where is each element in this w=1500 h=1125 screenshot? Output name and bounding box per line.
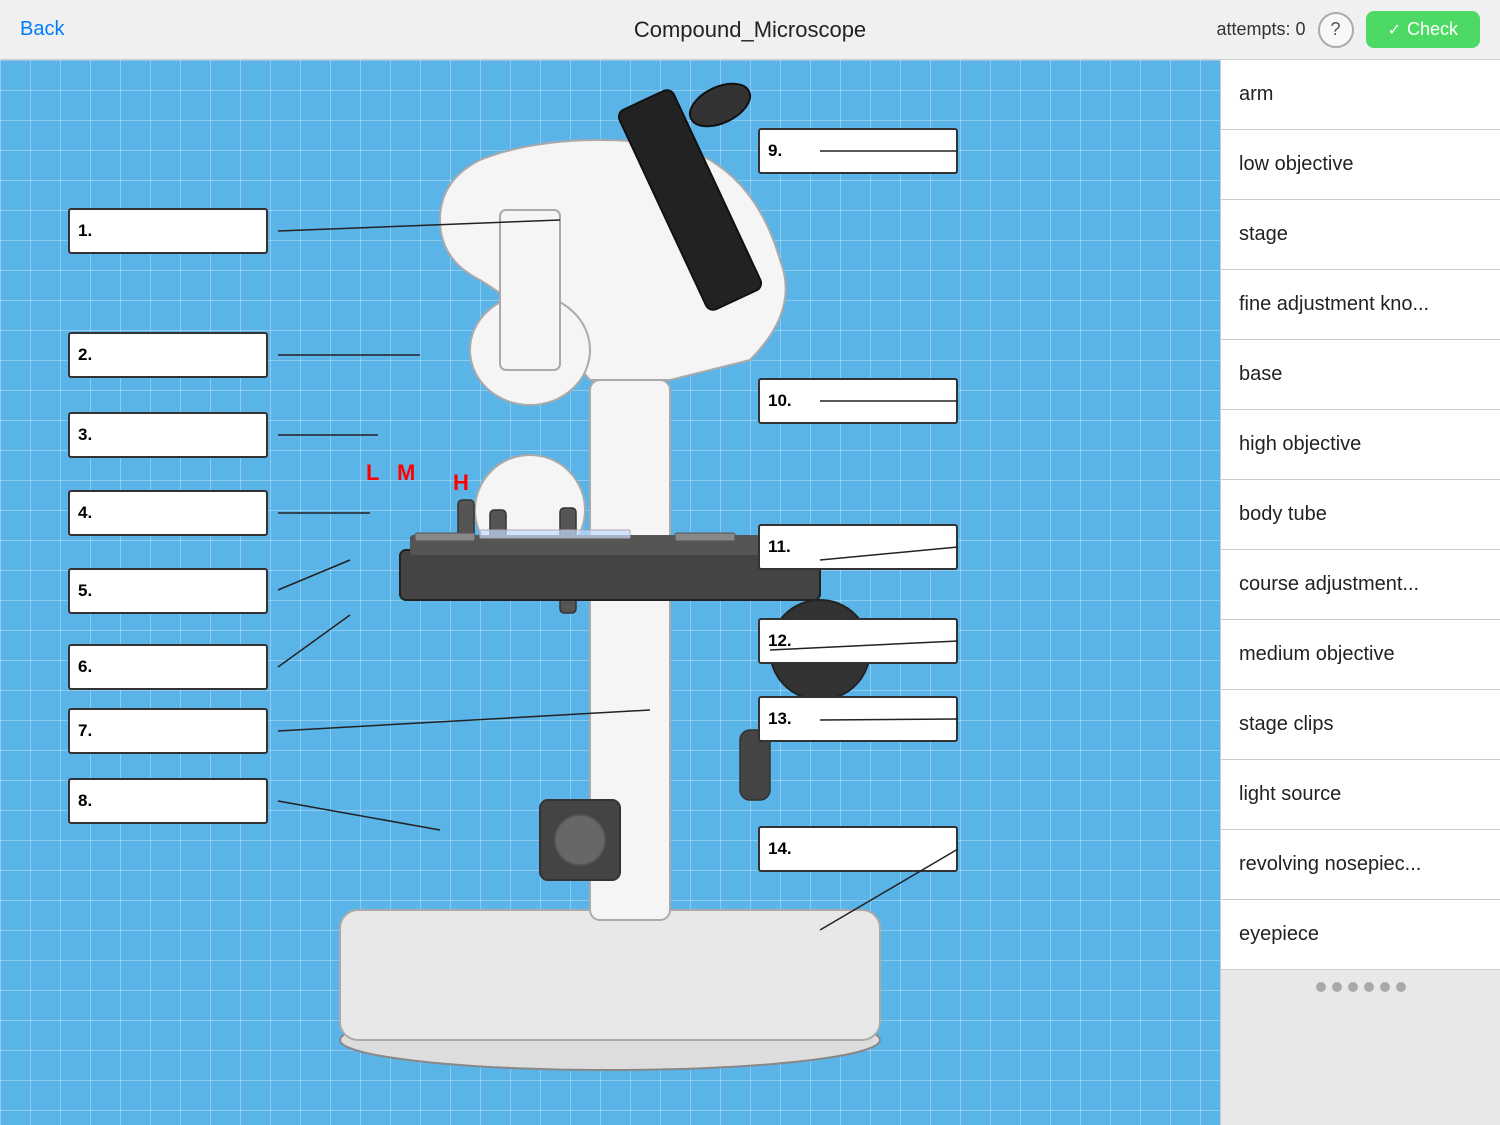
- label-box-12[interactable]: 12.: [758, 618, 958, 664]
- label-box-10[interactable]: 10.: [758, 378, 958, 424]
- term-arm[interactable]: arm: [1221, 60, 1500, 130]
- dot-5: [1380, 982, 1390, 992]
- dot-1: [1316, 982, 1326, 992]
- term-light-source[interactable]: light source: [1221, 760, 1500, 830]
- page-title: Compound_Microscope: [634, 17, 866, 43]
- term-course-adjustment[interactable]: course adjustment...: [1221, 550, 1500, 620]
- label-box-2[interactable]: 2.: [68, 332, 268, 378]
- dot-4: [1364, 982, 1374, 992]
- header-right-controls: attempts: 0 ? Check: [1217, 11, 1480, 48]
- dot-3: [1348, 982, 1358, 992]
- label-box-1[interactable]: 1.: [68, 208, 268, 254]
- label-box-8[interactable]: 8.: [68, 778, 268, 824]
- terms-panel: arm low objective stage fine adjustment …: [1220, 60, 1500, 1125]
- term-base[interactable]: base: [1221, 340, 1500, 410]
- label-H: H: [453, 470, 469, 496]
- check-button[interactable]: Check: [1366, 11, 1480, 48]
- term-high-objective[interactable]: high objective: [1221, 410, 1500, 480]
- term-medium-objective[interactable]: medium objective: [1221, 620, 1500, 690]
- back-button[interactable]: Back: [20, 18, 64, 41]
- label-box-9[interactable]: 9.: [758, 128, 958, 174]
- help-button[interactable]: ?: [1318, 12, 1354, 48]
- term-fine-adjustment-knob[interactable]: fine adjustment kno...: [1221, 270, 1500, 340]
- label-box-3[interactable]: 3.: [68, 412, 268, 458]
- label-box-11[interactable]: 11.: [758, 524, 958, 570]
- label-box-13[interactable]: 13.: [758, 696, 958, 742]
- term-stage-clips[interactable]: stage clips: [1221, 690, 1500, 760]
- label-box-6[interactable]: 6.: [68, 644, 268, 690]
- term-stage[interactable]: stage: [1221, 200, 1500, 270]
- main-area: L M H 1. 2. 3. 4. 5. 6. 7. 8. 9.: [0, 60, 1500, 1125]
- header: Back Compound_Microscope attempts: 0 ? C…: [0, 0, 1500, 60]
- diagram-area: L M H 1. 2. 3. 4. 5. 6. 7. 8. 9.: [0, 60, 1220, 1125]
- term-body-tube[interactable]: body tube: [1221, 480, 1500, 550]
- label-box-14[interactable]: 14.: [758, 826, 958, 872]
- term-revolving-nosepiece[interactable]: revolving nosepiec...: [1221, 830, 1500, 900]
- label-M: M: [397, 460, 415, 486]
- term-low-objective[interactable]: low objective: [1221, 130, 1500, 200]
- label-L: L: [366, 460, 379, 486]
- term-eyepiece[interactable]: eyepiece: [1221, 900, 1500, 970]
- dot-2: [1332, 982, 1342, 992]
- label-box-5[interactable]: 5.: [68, 568, 268, 614]
- label-box-4[interactable]: 4.: [68, 490, 268, 536]
- dot-6: [1396, 982, 1406, 992]
- pagination-dots: [1221, 970, 1500, 1004]
- label-box-7[interactable]: 7.: [68, 708, 268, 754]
- attempts-label: attempts: 0: [1217, 19, 1306, 40]
